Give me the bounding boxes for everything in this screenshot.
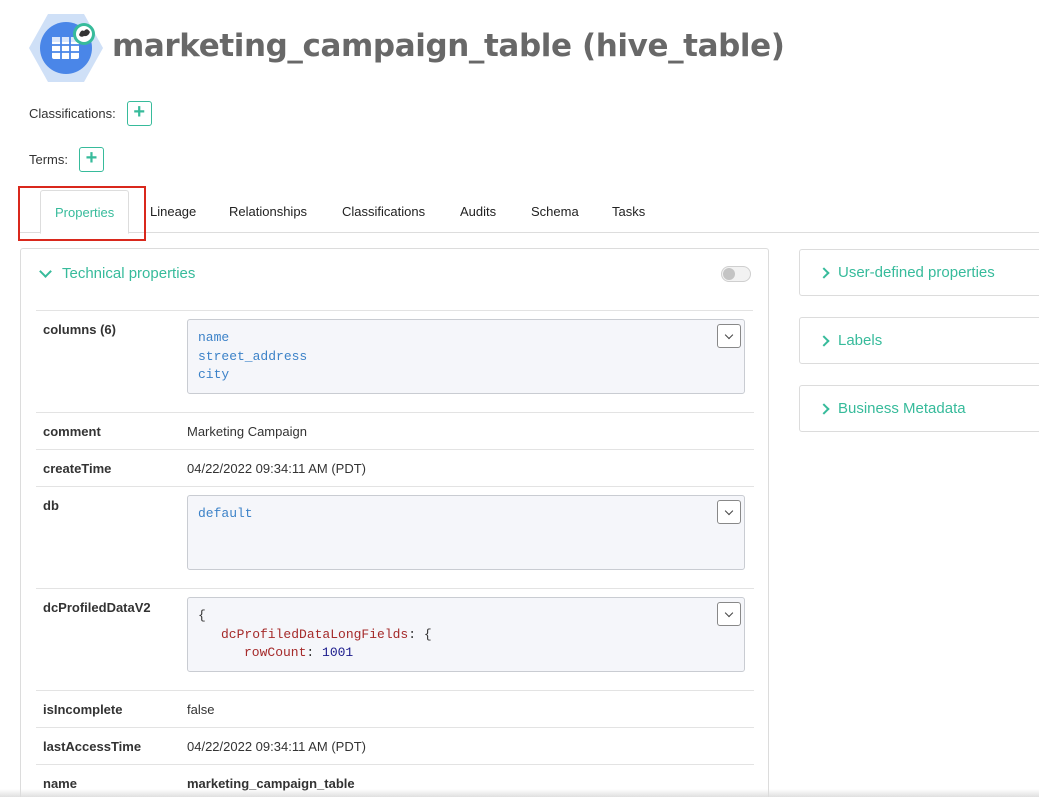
property-row-isincomplete: isIncomplete false — [36, 691, 754, 728]
classifications-label: Classifications: — [29, 106, 116, 121]
business-metadata-card[interactable]: Business Metadata — [799, 385, 1039, 432]
card-label: User-defined properties — [838, 264, 995, 281]
db-json-box: default — [187, 495, 745, 570]
card-label: Business Metadata — [838, 400, 966, 417]
property-name: dcProfiledDataV2 — [43, 600, 151, 615]
db-value[interactable]: default — [198, 505, 734, 524]
column-value[interactable]: street_address — [198, 348, 734, 367]
tab-properties[interactable]: Properties — [40, 190, 130, 234]
json-open-brace: { — [198, 608, 206, 623]
json-key: dcProfiledDataLongFields — [221, 626, 409, 642]
chevron-down-icon — [724, 330, 734, 340]
add-term-button[interactable]: + — [79, 147, 104, 172]
scroll-fade — [0, 789, 1039, 797]
json-punct: : { — [408, 626, 432, 642]
json-key: rowCount — [244, 645, 307, 660]
technical-properties-header[interactable]: Technical properties — [36, 249, 753, 311]
business-metadata-title[interactable]: Business Metadata — [818, 400, 966, 417]
expand-db-button[interactable] — [717, 500, 741, 524]
property-value: 04/22/2022 09:34:11 AM (PDT) — [187, 739, 366, 754]
json-punct: : — [306, 645, 323, 660]
show-empty-toggle[interactable] — [721, 266, 751, 282]
property-value: 04/22/2022 09:34:11 AM (PDT) — [187, 461, 366, 476]
property-value: false — [187, 702, 215, 717]
add-classification-button[interactable]: + — [126, 101, 152, 126]
property-row-dcprofileddatav2: dcProfiledDataV2 { dcProfiledDataLongFie… — [36, 589, 754, 691]
labels-card[interactable]: Labels — [799, 317, 1039, 364]
user-defined-properties-card[interactable]: User-defined properties — [799, 249, 1039, 296]
chevron-down-icon — [39, 264, 52, 278]
property-name: isIncomplete — [43, 702, 123, 717]
page-title: marketing_campaign_table (hive_table) — [112, 28, 785, 64]
dcprofileddata-json-box: { dcProfiledDataLongFields: { rowCount: … — [187, 597, 745, 672]
tab-tasks[interactable]: Tasks — [612, 190, 645, 233]
classifications-row: Classifications: + — [29, 101, 152, 126]
tab-audits[interactable]: Audits — [460, 190, 496, 233]
property-row-comment: comment Marketing Campaign — [36, 413, 754, 450]
json-line: dcProfiledDataLongFields: { — [198, 626, 734, 645]
property-value: Marketing Campaign — [187, 424, 307, 439]
technical-properties-panel: Technical properties columns (6) name st… — [20, 248, 769, 797]
chevron-right-icon — [818, 266, 830, 279]
property-name: lastAccessTime — [43, 739, 142, 754]
property-name: db — [43, 498, 59, 513]
column-value[interactable]: city — [198, 366, 734, 385]
column-value[interactable]: name — [198, 329, 734, 348]
chevron-right-icon — [818, 402, 830, 415]
terms-row: Terms: + — [29, 147, 104, 172]
expand-dcprofileddata-button[interactable] — [717, 602, 741, 626]
tab-classifications[interactable]: Classifications — [342, 190, 425, 233]
property-name: createTime — [43, 461, 112, 476]
labels-title[interactable]: Labels — [818, 332, 883, 349]
columns-json-box: name street_address city — [187, 319, 745, 394]
hive-table-icon — [28, 12, 104, 84]
property-name: comment — [43, 424, 101, 439]
json-number: 1001 — [322, 645, 354, 660]
property-row-db: db default — [36, 487, 754, 589]
chevron-right-icon — [818, 334, 830, 347]
expand-columns-button[interactable] — [717, 324, 741, 348]
chevron-down-icon — [724, 506, 734, 516]
property-row-createtime: createTime 04/22/2022 09:34:11 AM (PDT) — [36, 450, 754, 487]
tab-relationships[interactable]: Relationships — [229, 190, 307, 233]
terms-label: Terms: — [29, 152, 68, 167]
technical-properties-title[interactable]: Technical properties — [39, 264, 196, 282]
property-name: columns (6) — [43, 322, 116, 337]
json-line: rowCount: 1001 — [198, 644, 734, 663]
tab-lineage[interactable]: Lineage — [150, 190, 196, 233]
tab-schema[interactable]: Schema — [531, 190, 579, 233]
property-row-lastaccesstime: lastAccessTime 04/22/2022 09:34:11 AM (P… — [36, 728, 754, 765]
property-row-columns: columns (6) name street_address city — [36, 311, 754, 413]
technical-properties-label: Technical properties — [62, 265, 196, 282]
card-label: Labels — [838, 332, 883, 349]
entity-header: marketing_campaign_table (hive_table) — [28, 12, 785, 84]
toggle-knob — [723, 268, 735, 280]
user-defined-properties-title[interactable]: User-defined properties — [818, 264, 995, 281]
chevron-down-icon — [724, 608, 734, 618]
tab-bar: Properties Lineage Relationships Classif… — [20, 190, 1039, 234]
